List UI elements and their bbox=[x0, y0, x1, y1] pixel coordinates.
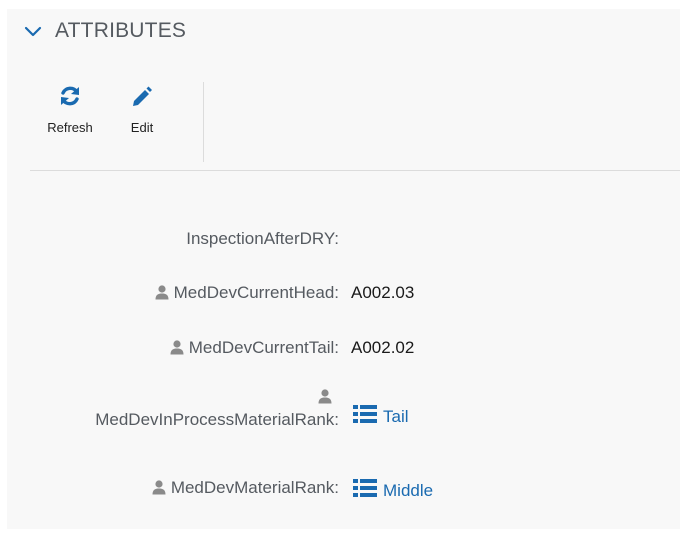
list-icon bbox=[353, 404, 377, 429]
attribute-label-wrapper: MedDevMaterialRank: bbox=[151, 478, 339, 500]
attribute-link-label[interactable]: Tail bbox=[383, 407, 409, 427]
attribute-label-wrapper: MedDevCurrentHead: bbox=[154, 283, 339, 305]
edit-label: Edit bbox=[130, 120, 154, 135]
attribute-link-label[interactable]: Middle bbox=[383, 481, 433, 501]
pencil-icon bbox=[128, 82, 156, 110]
user-icon bbox=[169, 339, 185, 360]
attribute-label: MedDevInProcessMaterialRank: bbox=[95, 410, 339, 429]
toolbar: Refresh Edit bbox=[38, 78, 182, 156]
attribute-label: MedDevCurrentTail: bbox=[188, 338, 339, 357]
section-divider bbox=[30, 170, 680, 171]
refresh-icon bbox=[56, 82, 84, 110]
section-title: ATTRIBUTES bbox=[55, 19, 187, 42]
attribute-value: A002.02 bbox=[351, 338, 415, 357]
chevron-down-icon[interactable] bbox=[23, 24, 43, 38]
attribute-value: A002.03 bbox=[351, 283, 415, 302]
list-icon bbox=[353, 478, 377, 503]
attribute-label-wrapper: MedDevInProcessMaterialRank: bbox=[95, 388, 339, 430]
user-icon bbox=[154, 284, 170, 305]
user-icon bbox=[151, 479, 167, 500]
attribute-link-tail[interactable]: Tail bbox=[353, 404, 409, 429]
attribute-link-middle[interactable]: Middle bbox=[353, 478, 433, 503]
toolbar-divider bbox=[203, 82, 204, 162]
refresh-label: Refresh bbox=[47, 120, 93, 135]
refresh-button[interactable]: Refresh bbox=[38, 78, 102, 156]
attribute-label: InspectionAfterDRY: bbox=[186, 229, 339, 248]
attribute-label: MedDevCurrentHead: bbox=[173, 283, 339, 302]
edit-button[interactable]: Edit bbox=[102, 78, 182, 156]
attributes-section-header[interactable]: ATTRIBUTES bbox=[23, 18, 186, 44]
attribute-label: MedDevMaterialRank: bbox=[170, 478, 339, 497]
user-icon bbox=[95, 388, 333, 410]
attribute-label-wrapper: MedDevCurrentTail: bbox=[169, 338, 339, 360]
